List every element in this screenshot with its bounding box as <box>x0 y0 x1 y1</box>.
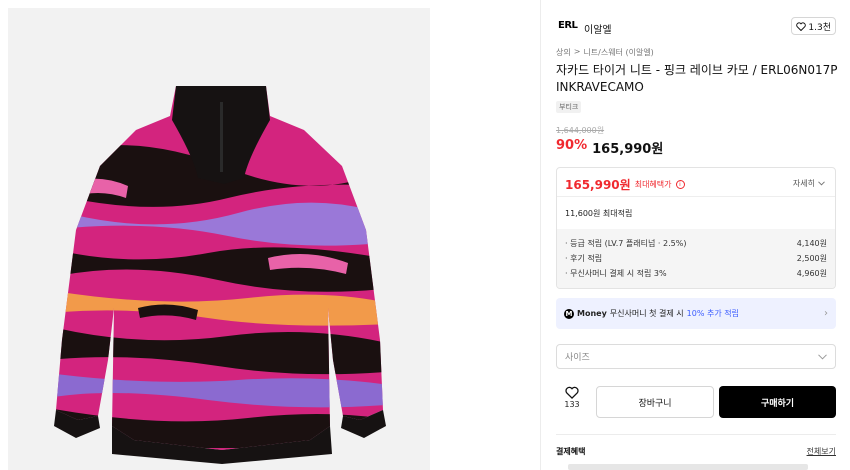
heart-icon <box>796 21 807 31</box>
payment-benefit-title: 결제혜택 <box>556 447 586 456</box>
like-button[interactable]: 1.3천 <box>791 17 836 35</box>
benefit-detail-toggle[interactable]: 자세히 <box>793 178 825 189</box>
point-value: 4,140원 <box>796 239 827 248</box>
heart-icon <box>565 386 579 399</box>
money-accent: 10% 추가 적립 <box>686 309 739 318</box>
point-row-review: · 후기 적립 2,500원 <box>565 253 827 267</box>
sweater-illustration <box>54 86 386 464</box>
size-select-placeholder: 사이즈 <box>565 353 590 363</box>
brand-logo[interactable]: ERL <box>558 20 578 31</box>
payment-divider <box>556 434 836 435</box>
benefit-label: 최대혜택가 <box>634 180 672 189</box>
breadcrumb: 상의 > 니트/스웨터 (이알엘) <box>556 47 654 58</box>
like-count: 1.3천 <box>808 22 831 33</box>
wishlist-button[interactable]: 133 <box>556 386 588 418</box>
brand-name[interactable]: 이알엘 <box>584 21 612 36</box>
info-icon[interactable]: i <box>675 180 685 189</box>
musinsa-money-icon: M <box>564 308 574 319</box>
breadcrumb-subcategory[interactable]: 니트/스웨터 (이알엘) <box>583 47 653 58</box>
benefit-divider <box>557 196 835 197</box>
product-tag: 부티크 <box>556 101 582 113</box>
benefit-header: 165,990원 최대혜택가 i <box>565 176 685 193</box>
buy-now-button[interactable]: 구매하기 <box>719 386 836 418</box>
point-label: · 등급 적립 (LV.7 플래티넘 · 2.5%) <box>565 239 687 248</box>
breadcrumb-separator: > <box>573 47 581 56</box>
discount-rate: 90% <box>556 138 588 153</box>
point-label: · 후기 적립 <box>565 254 603 263</box>
point-row-grade: · 등급 적립 (LV.7 플래티넘 · 2.5%) 4,140원 <box>565 238 827 252</box>
wish-count: 133 <box>564 400 580 409</box>
product-image[interactable] <box>8 8 430 470</box>
chevron-down-icon <box>818 353 827 360</box>
chevron-down-icon <box>818 181 825 186</box>
original-price: 1,644,000원 <box>556 126 605 135</box>
point-value: 4,960원 <box>796 269 827 278</box>
product-page: ERL 이알엘 1.3천 상의 > 니트/스웨터 (이알엘) 자카드 타이거 니… <box>0 0 850 470</box>
point-label: · 무신사머니 결제 시 적립 3% <box>565 269 667 278</box>
add-to-cart-button[interactable]: 장바구니 <box>596 386 714 418</box>
point-row-money: · 무신사머니 결제 시 적립 3% 4,960원 <box>565 268 827 282</box>
vertical-divider <box>540 0 541 470</box>
point-breakdown: · 등급 적립 (LV.7 플래티넘 · 2.5%) 4,140원 · 후기 적… <box>557 229 835 288</box>
product-title: 자카드 타이거 니트 - 핑크 레이브 카모 / ERL06N017PINKRA… <box>556 63 838 94</box>
chevron-right-icon: › <box>824 308 828 319</box>
detail-label: 자세히 <box>792 179 815 188</box>
money-text: 무신사머니 첫 결제 시 <box>609 309 684 318</box>
price-row: 90% 165,990원 <box>556 138 663 157</box>
payment-benefit-preview <box>568 464 808 470</box>
max-point: 11,600원 최대적립 <box>565 209 633 218</box>
money-brand: Money <box>577 309 607 318</box>
money-promo-banner[interactable]: M Money 무신사머니 첫 결제 시 10% 추가 적립 › <box>556 298 836 329</box>
benefit-price: 165,990원 <box>565 178 631 192</box>
point-value: 2,500원 <box>796 254 827 263</box>
size-select[interactable]: 사이즈 <box>556 344 836 369</box>
sale-price: 165,990원 <box>592 142 664 157</box>
breadcrumb-category[interactable]: 상의 <box>556 47 571 58</box>
brand-row: ERL 이알엘 1.3천 <box>556 17 836 37</box>
max-benefit-box: 165,990원 최대혜택가 i 자세히 11,600원 최대적립 · 등급 적… <box>556 167 836 289</box>
payment-view-all-link[interactable]: 전체보기 <box>807 446 836 457</box>
